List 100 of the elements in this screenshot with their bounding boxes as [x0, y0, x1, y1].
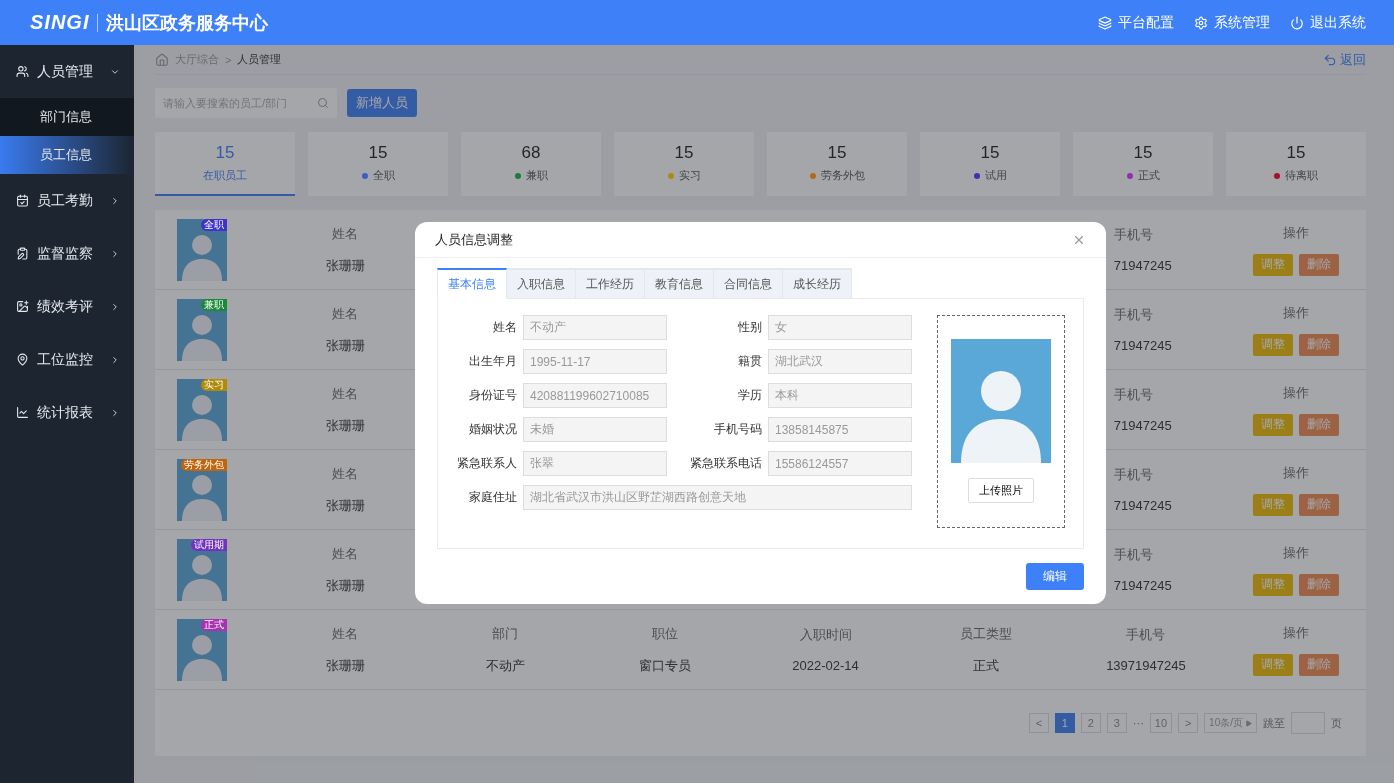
tab[interactable]: 合同信息 [714, 268, 783, 299]
sidebar-item[interactable]: 统计报表 [0, 386, 134, 439]
input-field[interactable]: 15586124557 [768, 451, 912, 476]
settings-icon [1194, 15, 1208, 30]
users-icon [16, 65, 29, 78]
field-value: 13971947245 [1106, 658, 1186, 673]
adjust-button[interactable]: 调整 [1253, 253, 1293, 276]
power-icon [1290, 15, 1304, 30]
undo-arrow-icon [1323, 52, 1337, 67]
photo-placeholder [177, 298, 227, 361]
triangle-icon [1245, 719, 1252, 727]
input-field[interactable]: 1995-11-17 [523, 349, 667, 374]
calendar-icon [16, 194, 29, 207]
field-label: 手机号 [1113, 306, 1153, 324]
adjust-button[interactable]: 调整 [1253, 333, 1293, 356]
delete-button[interactable]: 删除 [1299, 573, 1339, 596]
sidebar-item[interactable]: 员工考勤 [0, 174, 134, 227]
input-field[interactable]: 13858145875 [768, 417, 912, 442]
input-field[interactable]: 本科 [768, 383, 912, 408]
field-label: 操作 [1283, 543, 1309, 562]
chevron-right-icon [110, 248, 120, 259]
next-page-button[interactable]: > [1178, 713, 1199, 733]
adjust-button[interactable]: 调整 [1253, 493, 1293, 516]
field-value: 71947245 [1113, 578, 1172, 593]
stat-tab[interactable]: 15 劳务外包 [767, 132, 907, 196]
stat-tab[interactable]: 15 实习 [614, 132, 754, 196]
header-link[interactable]: 系统管理 [1194, 13, 1270, 32]
page-button[interactable]: 3 [1106, 713, 1127, 733]
field-label: 操作 [1283, 623, 1309, 642]
stat-tab[interactable]: 68 兼职 [461, 132, 601, 196]
stat-count: 15 [1133, 143, 1153, 163]
input-field[interactable]: 未婚 [523, 417, 667, 442]
sidebar-item[interactable]: 监督监察 [0, 227, 134, 280]
adjust-button[interactable]: 调整 [1253, 413, 1293, 436]
delete-button[interactable]: 删除 [1299, 333, 1339, 356]
home-icon [155, 52, 169, 67]
input-field[interactable]: 湖北省武汉市洪山区野芷湖西路创意天地 [523, 485, 912, 510]
sidebar-subitem[interactable]: 部门信息 [0, 98, 134, 136]
tab[interactable]: 基本信息 [437, 268, 507, 299]
sidebar-item-label: 绩效考评 [37, 297, 93, 316]
input-field[interactable]: 不动产 [523, 315, 667, 340]
form-label: 学历 [737, 387, 763, 404]
stat-tab[interactable]: 15 在职员工 [155, 132, 295, 196]
field-value: 窗口专员 [639, 656, 692, 675]
photo-placeholder [177, 618, 227, 681]
field-value: 张珊珊 [325, 256, 365, 275]
delete-button[interactable]: 删除 [1299, 413, 1339, 436]
field-label: 姓名 [332, 304, 359, 323]
sidebar-item-label: 人员管理 [37, 62, 93, 81]
jump-label: 跳至 [1263, 715, 1285, 731]
sidebar-item[interactable]: 工位监控 [0, 333, 134, 386]
sidebar-item[interactable]: 人员管理 [0, 45, 134, 98]
sidebar-subitem[interactable]: 员工信息 [0, 136, 134, 174]
form-label: 婚姻状况 [468, 421, 518, 438]
stat-tab[interactable]: 15 正式 [1073, 132, 1213, 196]
add-person-button[interactable]: 新增人员 [347, 89, 417, 117]
sidebar-item[interactable]: 绩效考评 [0, 280, 134, 333]
field-label: 姓名 [332, 224, 359, 243]
field-label: 操作 [1283, 303, 1309, 322]
upload-photo-button[interactable]: 上传照片 [968, 478, 1034, 503]
tab[interactable]: 成长经历 [783, 268, 852, 299]
breadcrumb-link[interactable]: 人员管理 [237, 52, 282, 67]
employee-type-badge: 试用期 [191, 538, 227, 551]
stat-count: 15 [1286, 143, 1306, 163]
delete-button[interactable]: 删除 [1299, 653, 1339, 676]
field-value: 张珊珊 [325, 576, 365, 595]
tab[interactable]: 工作经历 [576, 268, 645, 299]
stat-label: 全职 [372, 168, 395, 183]
app-title: 洪山区政务服务中心 [106, 11, 269, 35]
chevron-right-icon [110, 195, 120, 206]
field-label: 职位 [652, 624, 679, 643]
stat-tab[interactable]: 15 试用 [920, 132, 1060, 196]
adjust-button[interactable]: 调整 [1253, 653, 1293, 676]
input-field[interactable]: 女 [768, 315, 912, 340]
prev-page-button[interactable]: < [1028, 713, 1049, 733]
edit-button[interactable]: 编辑 [1026, 563, 1084, 590]
sidebar-item-label: 统计报表 [37, 403, 93, 422]
stat-count: 15 [827, 143, 847, 163]
tab[interactable]: 入职信息 [507, 268, 576, 299]
back-link[interactable]: 返回 [1323, 50, 1366, 69]
adjust-button[interactable]: 调整 [1253, 573, 1293, 596]
form-label: 籍贯 [737, 353, 763, 370]
tab[interactable]: 教育信息 [645, 268, 714, 299]
input-field[interactable]: 张翠 [523, 451, 667, 476]
header-link[interactable]: 退出系统 [1290, 13, 1366, 32]
page-button[interactable]: 1 [1054, 713, 1075, 733]
layers-icon [1098, 15, 1112, 30]
delete-button[interactable]: 删除 [1299, 493, 1339, 516]
delete-button[interactable]: 删除 [1299, 253, 1339, 276]
input-field[interactable]: 420881199602710085 [523, 383, 667, 408]
stat-tab[interactable]: 15 待离职 [1226, 132, 1366, 196]
stat-tab[interactable]: 15 全职 [308, 132, 448, 196]
page-button[interactable]: 2 [1080, 713, 1101, 733]
page-button[interactable]: 10 [1149, 713, 1173, 733]
field-label: 姓名 [332, 464, 359, 483]
form-label: 身份证号 [468, 387, 518, 404]
photo-placeholder [177, 458, 227, 521]
header-link[interactable]: 平台配置 [1098, 13, 1174, 32]
input-field[interactable]: 湖北武汉 [768, 349, 912, 374]
employee-type-badge: 实习 [201, 378, 227, 391]
